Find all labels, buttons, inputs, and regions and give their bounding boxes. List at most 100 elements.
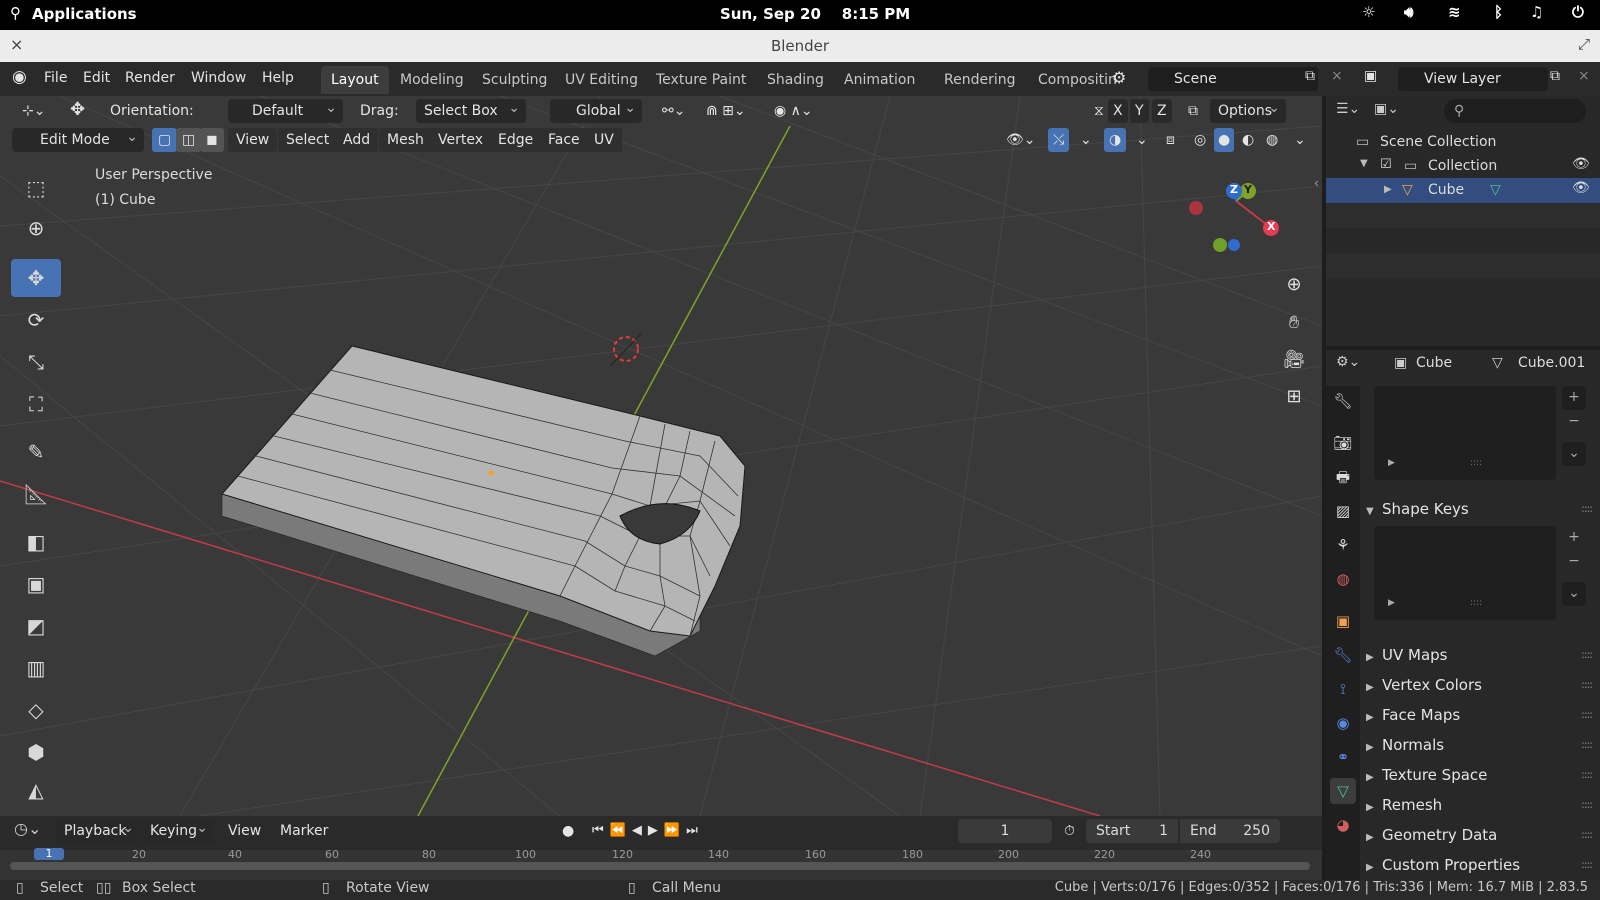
- zoom-icon[interactable]: ⊕: [1277, 268, 1311, 302]
- particles-tab-icon[interactable]: ⟟: [1330, 676, 1356, 702]
- wireframe-shading-icon[interactable]: ◎: [1190, 128, 1210, 152]
- mode-dropdown[interactable]: Edit Mode: [12, 125, 144, 152]
- outliner-search-input[interactable]: ⚲: [1444, 99, 1586, 123]
- shape-keys-panel[interactable]: ▼ Shape Keys: [1366, 500, 1469, 518]
- output-tab-icon[interactable]: 🖶︎: [1330, 464, 1356, 490]
- custom-properties-panel[interactable]: ▶ Custom Properties: [1366, 856, 1520, 874]
- view-layer-icon[interactable]: ▣: [1364, 68, 1377, 84]
- xray-icon[interactable]: ⧈: [1158, 128, 1183, 152]
- wifi-icon[interactable]: ≋: [1448, 3, 1461, 21]
- overlay-dropdown-icon[interactable]: ⌄: [1128, 128, 1156, 152]
- add-vertex-group-button[interactable]: +: [1562, 386, 1586, 410]
- 3d-viewport[interactable]: X Y Z ⊹⌄ ✥ Orientation: Default Drag: Se…: [0, 96, 1322, 816]
- shape-keys-list[interactable]: ▶ ::::: [1374, 526, 1556, 620]
- face-maps-panel[interactable]: ▶ Face Maps: [1366, 706, 1460, 724]
- blender-logo-icon[interactable]: ◉: [12, 67, 27, 87]
- add-shape-key-button[interactable]: +: [1562, 526, 1586, 550]
- mesh-data-tab-icon[interactable]: ▽: [1330, 778, 1356, 804]
- menu-select[interactable]: Select: [278, 128, 338, 152]
- rendered-shading-icon[interactable]: ◍: [1262, 128, 1282, 152]
- new-view-layer-icon[interactable]: ⧉: [1550, 68, 1560, 84]
- 3d-cursor[interactable]: [610, 333, 642, 366]
- playhead-frame[interactable]: 1: [34, 848, 64, 860]
- timeline-editor-icon[interactable]: ◷⌄: [14, 819, 41, 838]
- object-tab-icon[interactable]: ▣: [1330, 608, 1356, 634]
- tab-uv-editing[interactable]: UV Editing: [555, 66, 648, 94]
- physics-tab-icon[interactable]: ◉: [1330, 710, 1356, 736]
- menu-add[interactable]: Add: [335, 128, 379, 152]
- inset-tool-icon[interactable]: ▣: [11, 565, 61, 603]
- proportional-edit-icon[interactable]: ◉ ∧⌄: [766, 99, 821, 123]
- bluetooth-icon[interactable]: ᛒ: [1494, 3, 1503, 21]
- transform-orientation-dropdown[interactable]: Global: [550, 96, 642, 123]
- menu-edit[interactable]: Edit: [83, 70, 110, 86]
- mirror-x-toggle[interactable]: X: [1108, 99, 1128, 123]
- constraints-tab-icon[interactable]: ⚭: [1330, 744, 1356, 770]
- move-tool-icon[interactable]: ✥: [62, 98, 93, 122]
- applications-menu[interactable]: Applications: [32, 5, 137, 23]
- stopwatch-icon[interactable]: ⏱: [1056, 819, 1083, 843]
- ortho-grid-icon[interactable]: ⊞: [1277, 380, 1311, 414]
- menu-edge[interactable]: Edge: [490, 128, 542, 152]
- vertex-colors-panel[interactable]: ▶ Vertex Colors: [1366, 676, 1482, 694]
- orientation-dropdown[interactable]: Default: [228, 96, 343, 123]
- tool-tab-icon[interactable]: 🔧︎: [1330, 388, 1356, 414]
- collection-checkbox-icon[interactable]: ☑: [1380, 157, 1392, 172]
- collection-expand-icon[interactable]: ▼: [1360, 158, 1368, 169]
- shape-key-specials-button[interactable]: ⌄: [1562, 582, 1586, 606]
- measure-tool-icon[interactable]: 📐︎: [11, 475, 61, 513]
- menu-file[interactable]: File: [44, 70, 67, 86]
- scene-tab-icon[interactable]: ⚘: [1330, 532, 1356, 558]
- delete-scene-icon[interactable]: ×: [1331, 68, 1343, 84]
- view-layer-tab-icon[interactable]: ▨: [1330, 498, 1356, 524]
- extrude-tool-icon[interactable]: ◧: [11, 523, 61, 561]
- move-tool-button-icon[interactable]: ✥: [11, 259, 61, 297]
- tab-rendering[interactable]: Rendering: [934, 66, 1026, 94]
- cursor-tool-icon[interactable]: ⊕: [11, 209, 61, 247]
- visibility-icon[interactable]: 👁︎⌄: [998, 128, 1044, 152]
- render-tab-icon[interactable]: 📷︎: [1330, 430, 1356, 456]
- tab-texture-paint[interactable]: Texture Paint: [646, 66, 756, 94]
- cube-expand-icon[interactable]: ▶: [1384, 184, 1392, 195]
- menu-render[interactable]: Render: [125, 70, 175, 86]
- uv-maps-panel[interactable]: ▶ UV Maps: [1366, 646, 1447, 664]
- power-icon[interactable]: ⏻: [1572, 3, 1584, 21]
- gizmo-toggle-icon[interactable]: ⤯: [1048, 128, 1070, 152]
- overlay-toggle-icon[interactable]: ◑: [1104, 128, 1127, 152]
- auto-merge-icon[interactable]: ⧉: [1180, 99, 1206, 123]
- pan-hand-icon[interactable]: ✋︎: [1277, 306, 1311, 340]
- solid-shading-icon[interactable]: ●: [1214, 128, 1235, 152]
- cube-label[interactable]: Cube: [1428, 182, 1464, 198]
- drag-dropdown[interactable]: Select Box: [416, 96, 526, 123]
- material-shading-icon[interactable]: ◐: [1238, 128, 1258, 152]
- scale-tool-icon[interactable]: ⤡: [11, 343, 61, 381]
- menu-help[interactable]: Help: [262, 70, 294, 86]
- geometry-data-panel[interactable]: ▶ Geometry Data: [1366, 826, 1497, 844]
- loop-cut-tool-icon[interactable]: ▥: [11, 649, 61, 687]
- brightness-icon[interactable]: ☼: [1362, 3, 1375, 21]
- remesh-panel[interactable]: ▶ Remesh: [1366, 796, 1442, 814]
- notifications-off-icon[interactable]: ♫: [1530, 3, 1543, 21]
- select-box-tool-icon[interactable]: ⬚: [11, 169, 61, 207]
- mirror-y-toggle[interactable]: Y: [1130, 99, 1149, 123]
- texture-space-panel[interactable]: ▶ Texture Space: [1366, 766, 1487, 784]
- rotate-tool-icon[interactable]: ⟳: [11, 301, 61, 339]
- tab-animation[interactable]: Animation: [834, 66, 925, 94]
- vertex-group-specials-button[interactable]: ⌄: [1562, 442, 1586, 466]
- outliner-editor-icon[interactable]: ☰⌄: [1336, 101, 1360, 117]
- record-icon[interactable]: ●: [554, 819, 582, 843]
- snap-icon[interactable]: ⋒ ⊞⌄: [698, 99, 754, 123]
- menu-view[interactable]: View: [228, 128, 278, 152]
- tab-shading[interactable]: Shading: [757, 66, 834, 94]
- collection-label[interactable]: Collection: [1428, 158, 1497, 174]
- annotate-tool-icon[interactable]: ✎: [11, 433, 61, 471]
- vertex-select-icon[interactable]: ▢: [152, 128, 178, 152]
- scene-collection-label[interactable]: Scene Collection: [1380, 134, 1496, 150]
- clock[interactable]: Sun, Sep 20 8:15 PM: [720, 5, 910, 23]
- menu-mesh[interactable]: Mesh: [379, 128, 432, 152]
- view-layer-field[interactable]: View Layer: [1398, 67, 1548, 91]
- frame-ruler[interactable]: 1 20 40 60 80 100 120 140 160 180 200 22…: [0, 848, 1322, 880]
- start-frame-field[interactable]: Start 1: [1086, 819, 1178, 843]
- delete-view-layer-icon[interactable]: ×: [1578, 68, 1590, 84]
- timeline-marker-menu[interactable]: Marker: [272, 819, 336, 843]
